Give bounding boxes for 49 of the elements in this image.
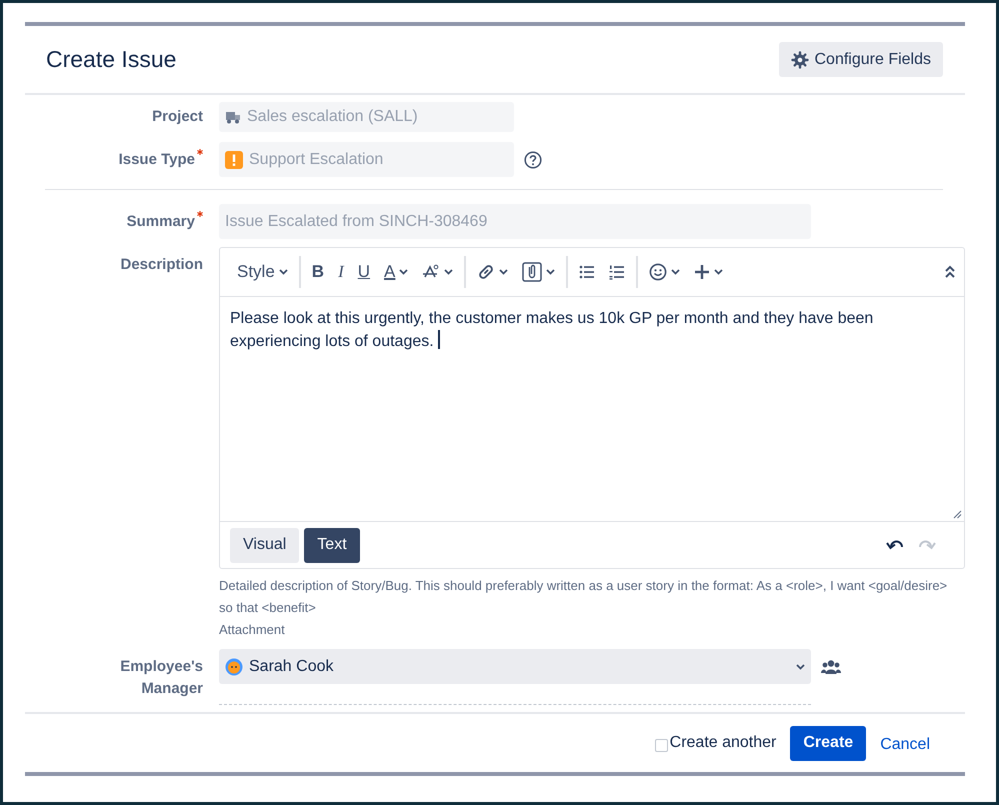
italic-button[interactable]: I bbox=[333, 257, 349, 287]
cancel-link[interactable]: Cancel bbox=[878, 736, 930, 754]
create-button[interactable]: Create bbox=[790, 726, 866, 760]
field-help-text: Detailed description of Story/Bug. This should preferably written as a user story in the format: As a <role>, I want <goal/desire> so that <benefit> bbox=[219, 577, 948, 617]
plus-icon bbox=[694, 264, 710, 280]
configure-fields-button[interactable]: Configure Fields bbox=[778, 42, 943, 77]
undo-icon[interactable] bbox=[886, 538, 904, 552]
underline-button[interactable]: U bbox=[352, 257, 376, 287]
resize-handle-icon[interactable] bbox=[953, 510, 962, 519]
editor-mode-tab[interactable]: Visual bbox=[230, 528, 300, 562]
bold-button[interactable]: B bbox=[306, 257, 330, 287]
people-icon[interactable] bbox=[821, 658, 841, 674]
caret-icon bbox=[444, 269, 454, 275]
bullet-list-icon bbox=[579, 265, 596, 279]
avatar-icon bbox=[225, 658, 243, 676]
editor-mode-tab[interactable]: Text bbox=[304, 528, 360, 562]
numbered-list-icon bbox=[609, 264, 626, 280]
field-label: Summary bbox=[126, 212, 195, 232]
caret-icon bbox=[671, 269, 680, 275]
checkbox[interactable] bbox=[654, 738, 668, 752]
field-label: Description bbox=[120, 255, 203, 275]
required-icon bbox=[197, 149, 203, 155]
link-icon bbox=[477, 263, 496, 281]
warning-icon bbox=[225, 150, 243, 168]
paperclip-icon bbox=[522, 262, 542, 282]
text-cursor bbox=[438, 330, 440, 349]
text-color-button[interactable]: A bbox=[379, 257, 414, 287]
required-icon bbox=[197, 211, 203, 217]
field-label: Project bbox=[152, 107, 203, 127]
style-button[interactable]: Style bbox=[232, 257, 293, 287]
user-select[interactable]: Sarah Cook bbox=[219, 649, 811, 684]
attachment-label: Attachment bbox=[219, 621, 286, 639]
caret-icon bbox=[399, 269, 408, 275]
caret-icon bbox=[546, 269, 556, 275]
caret-icon bbox=[278, 269, 288, 275]
create-another-label: Create another bbox=[670, 734, 776, 752]
caret-icon bbox=[714, 269, 724, 275]
dialog-title: Create Issue bbox=[46, 46, 176, 73]
text-clear-icon bbox=[422, 264, 440, 280]
smiley-icon bbox=[649, 263, 668, 281]
help-icon[interactable] bbox=[524, 150, 542, 168]
description-text[interactable]: Please look at this urgently, the customer makes us 10k GP per month and they have been experiencing lots of outages. bbox=[230, 307, 954, 353]
field-label: Issue Type bbox=[118, 150, 195, 170]
collapse-icon[interactable] bbox=[944, 265, 956, 279]
project-avatar-icon bbox=[225, 110, 241, 124]
field-label: Employee's Manager bbox=[119, 657, 203, 699]
caret-icon bbox=[796, 664, 805, 670]
settings-icon bbox=[790, 50, 808, 68]
caret-icon bbox=[499, 269, 508, 275]
